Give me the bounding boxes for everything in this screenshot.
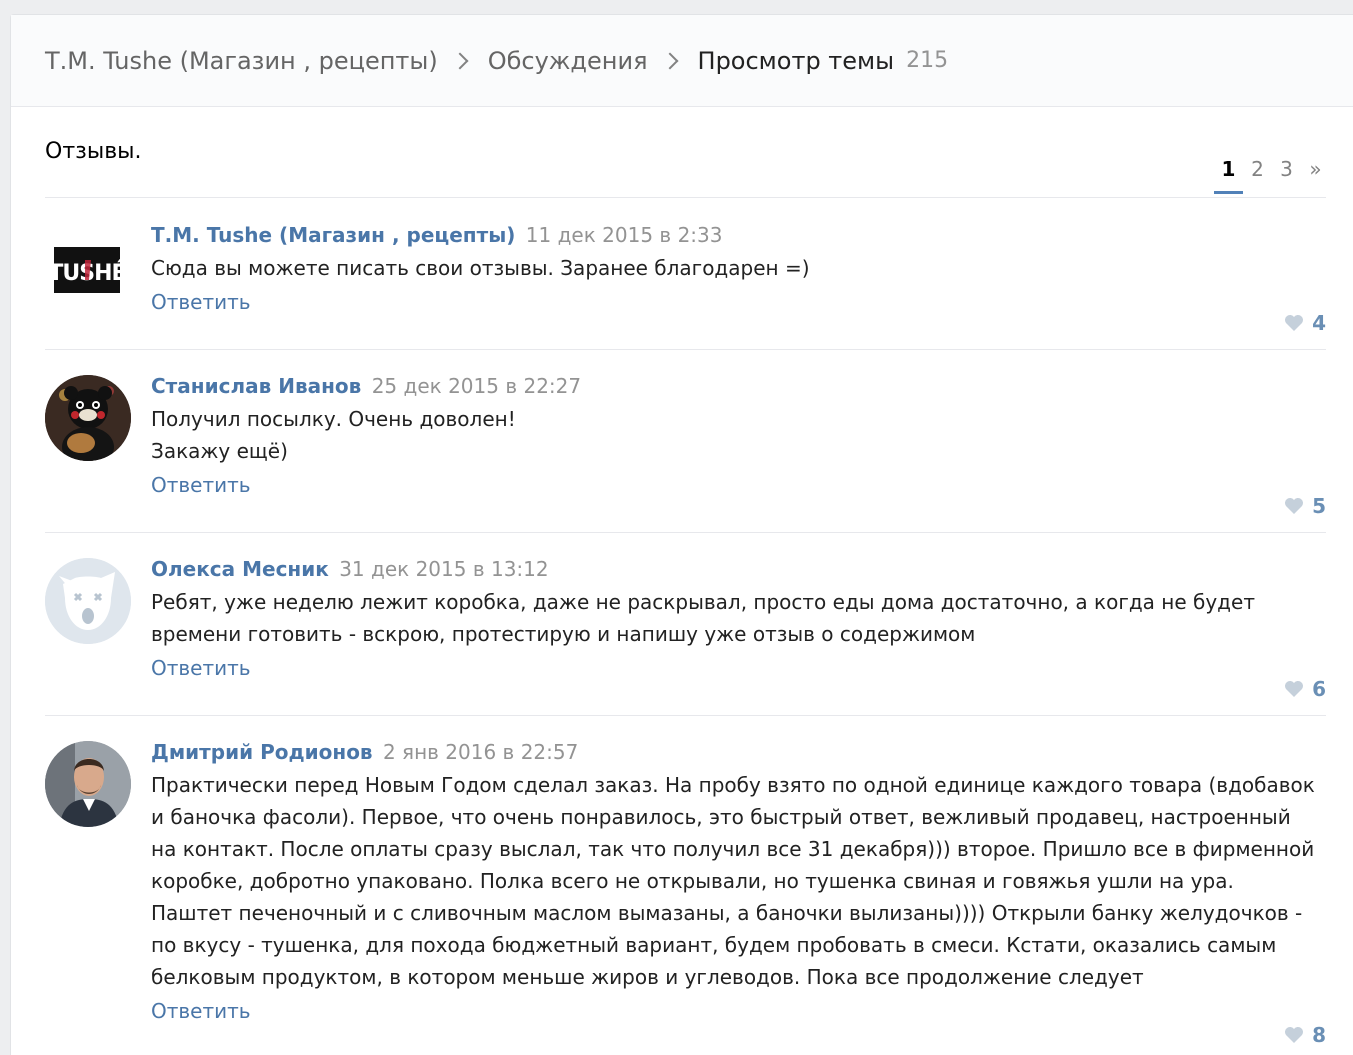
post-text: Практически перед Новым Годом сделал зак…	[151, 769, 1326, 993]
reply-button[interactable]: Ответить	[151, 290, 251, 314]
tushe-logo-icon: TUSHÉ	[48, 247, 127, 293]
page-3-link[interactable]: 3	[1272, 157, 1301, 194]
breadcrumb-discussions-link[interactable]: Обсуждения	[488, 47, 648, 75]
post-text-line: Ребят, уже неделю лежит коробка, даже не…	[151, 590, 1255, 646]
page-2-link[interactable]: 2	[1243, 157, 1272, 194]
post-author[interactable]: Олекса Месник	[151, 557, 329, 581]
post-date[interactable]: 11 дек 2015 в 2:33	[526, 223, 723, 247]
post-author[interactable]: Станислав Иванов	[151, 374, 361, 398]
avatar[interactable]	[45, 558, 131, 644]
avatar[interactable]	[45, 375, 131, 461]
user-photo-icon	[45, 741, 131, 827]
like-count: 6	[1312, 677, 1326, 701]
chevron-right-icon	[661, 52, 679, 69]
post-date[interactable]: 2 янв 2016 в 22:57	[383, 740, 578, 764]
heart-icon	[1285, 315, 1304, 331]
pagination: 1 2 3 »	[1214, 157, 1330, 194]
post-item: TUSHÉ Т.М. Tushe (Магазин , рецепты) 11 …	[45, 198, 1326, 350]
post-text-line: Сюда вы можете писать свои отзывы. Заран…	[151, 256, 810, 280]
post-date[interactable]: 25 дек 2015 в 22:27	[372, 374, 581, 398]
like-button[interactable]: 8	[1284, 1023, 1326, 1047]
like-count: 5	[1312, 494, 1326, 518]
like-count: 8	[1312, 1023, 1326, 1047]
user-photo-icon	[45, 375, 131, 461]
post-text-line: Практически перед Новым Годом сделал зак…	[151, 773, 1315, 989]
heart-icon	[1285, 498, 1304, 514]
breadcrumb-group-link[interactable]: Т.М. Tushe (Магазин , рецепты)	[45, 47, 438, 75]
breadcrumb: Т.М. Tushe (Магазин , рецепты) Обсуждени…	[11, 15, 1353, 107]
post-text-line: Закажу ещё)	[151, 439, 288, 463]
like-count: 4	[1312, 311, 1326, 335]
post-count: 215	[906, 48, 949, 73]
topic-title: Отзывы.	[45, 139, 142, 164]
post-author[interactable]: Дмитрий Родионов	[151, 740, 373, 764]
like-button[interactable]: 4	[1284, 311, 1326, 335]
heart-icon	[1285, 681, 1304, 697]
breadcrumb-current: Просмотр темы	[697, 46, 895, 75]
page-1-link[interactable]: 1	[1214, 157, 1243, 194]
post-item: Станислав Иванов 25 дек 2015 в 22:27 Пол…	[45, 349, 1326, 533]
post-author[interactable]: Т.М. Tushe (Магазин , рецепты)	[151, 223, 515, 247]
post-text: Сюда вы можете писать свои отзывы. Заран…	[151, 252, 1326, 284]
reply-button[interactable]: Ответить	[151, 999, 251, 1023]
avatar[interactable]: TUSHÉ	[45, 224, 131, 310]
post-item: Олекса Месник 31 дек 2015 в 13:12 Ребят,…	[45, 532, 1326, 716]
like-button[interactable]: 5	[1284, 494, 1326, 518]
topic-card: Т.М. Tushe (Магазин , рецепты) Обсуждени…	[10, 14, 1353, 1055]
avatar[interactable]	[45, 741, 131, 827]
post-text: Ребят, уже неделю лежит коробка, даже не…	[151, 586, 1326, 650]
like-button[interactable]: 6	[1284, 677, 1326, 701]
default-avatar-dog-icon	[45, 558, 131, 644]
heart-icon	[1285, 1027, 1304, 1043]
chevron-right-icon	[451, 52, 469, 69]
post-text: Получил посылку. Очень доволен! Закажу е…	[151, 403, 1326, 467]
reply-button[interactable]: Ответить	[151, 656, 251, 680]
post-date[interactable]: 31 дек 2015 в 13:12	[339, 557, 548, 581]
post-item: Дмитрий Родионов 2 янв 2016 в 22:57 Прак…	[45, 715, 1326, 1055]
reply-button[interactable]: Ответить	[151, 473, 251, 497]
post-text-line: Получил посылку. Очень доволен!	[151, 407, 516, 431]
next-page-link[interactable]: »	[1301, 157, 1330, 194]
